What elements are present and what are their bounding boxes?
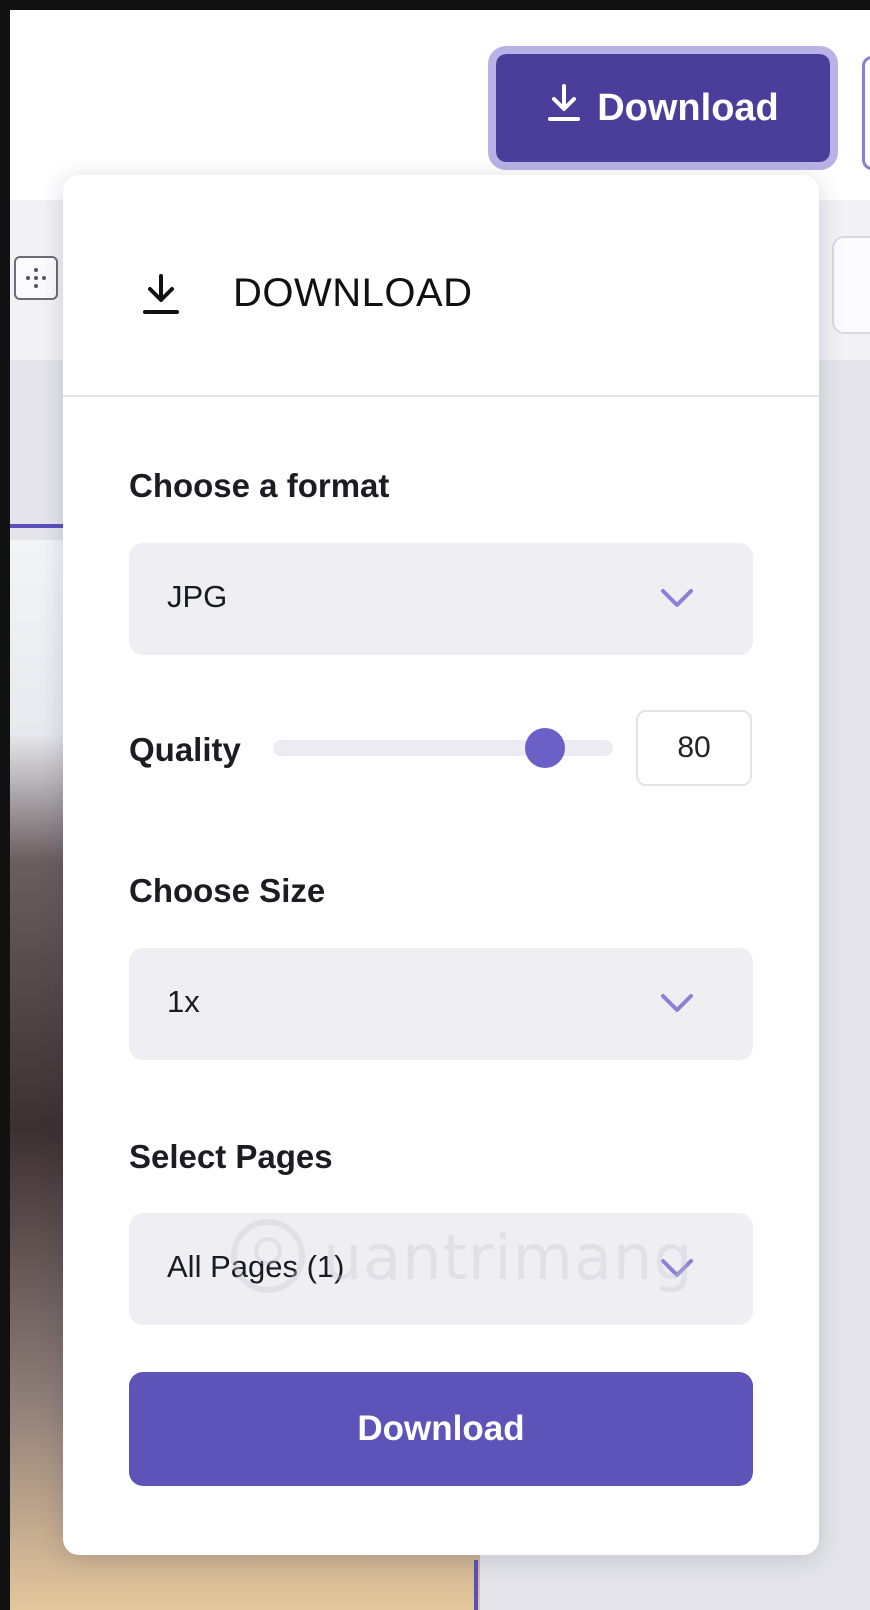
selection-guide [10,524,70,528]
size-label: Choose Size [129,872,326,909]
header-download-button[interactable]: Download [488,46,838,170]
format-select[interactable]: JPG [129,543,753,655]
quality-slider-thumb[interactable] [525,728,565,768]
pages-select[interactable]: All Pages (1) [129,1213,753,1325]
chevron-down-icon [657,583,697,613]
quality-input[interactable]: 80 [636,710,752,786]
window-frame-left [0,0,10,1610]
size-select[interactable]: 1x [129,948,753,1060]
pages-value: All Pages (1) [167,1249,345,1284]
toolbar-control[interactable] [832,236,870,334]
popover-header: DOWNLOAD [63,175,819,397]
download-icon [547,83,581,133]
quality-label: Quality [129,731,241,768]
pages-label: Select Pages [129,1138,333,1175]
vertical-guide [474,1560,478,1610]
chevron-down-icon [657,1253,697,1283]
popover-title: DOWNLOAD [233,271,473,315]
chevron-down-icon [657,988,697,1018]
size-value: 1x [167,984,200,1019]
header-download-label: Download [597,86,779,129]
format-label: Choose a format [129,467,390,504]
download-icon [141,273,181,317]
download-button[interactable]: Download [129,1372,753,1486]
grid-icon[interactable] [14,256,58,300]
download-popover: DOWNLOAD Choose a format JPG Quality 80 … [63,175,819,1555]
share-button-edge[interactable] [862,56,870,170]
window-frame-top [0,0,870,10]
format-value: JPG [167,579,228,614]
